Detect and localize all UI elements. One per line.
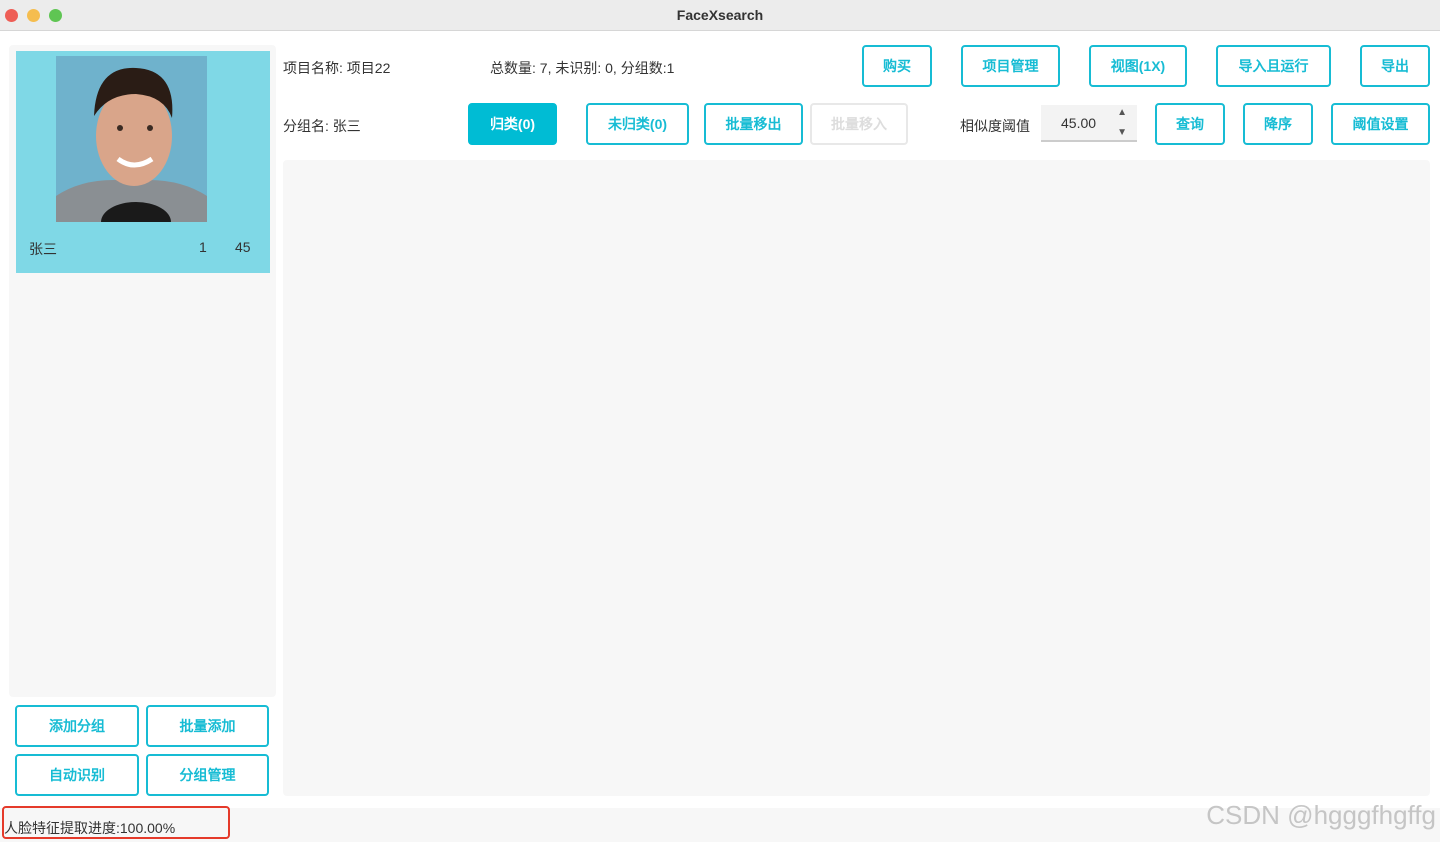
- increment-arrow-icon[interactable]: ▲: [1117, 107, 1127, 118]
- buy-button[interactable]: 购买: [862, 45, 932, 87]
- group-card-score: 45: [235, 239, 251, 255]
- auto-recognize-button[interactable]: 自动识别: [15, 754, 139, 796]
- threshold-settings-button[interactable]: 阈值设置: [1331, 103, 1430, 145]
- add-group-button[interactable]: 添加分组: [15, 705, 139, 747]
- import-run-button[interactable]: 导入且运行: [1216, 45, 1331, 87]
- group-manage-button[interactable]: 分组管理: [146, 754, 269, 796]
- highlight-box: [2, 806, 230, 839]
- similarity-threshold-value[interactable]: 45.00: [1061, 115, 1096, 131]
- group-name: 分组名: 张三: [283, 118, 361, 134]
- batch-move-out-button[interactable]: 批量移出: [704, 103, 803, 145]
- similarity-threshold-label: 相似度阈值: [960, 118, 1030, 134]
- unclassified-tab[interactable]: 未归类(0): [586, 103, 689, 145]
- group-card-count: 1: [199, 239, 207, 255]
- export-button[interactable]: 导出: [1360, 45, 1430, 87]
- decrement-arrow-icon[interactable]: ▼: [1117, 127, 1127, 138]
- batch-move-in-button[interactable]: 批量移入: [810, 103, 908, 145]
- project-name: 项目名称: 项目22: [283, 60, 391, 76]
- view-button[interactable]: 视图(1X): [1089, 45, 1187, 87]
- face-results-area[interactable]: [283, 160, 1430, 796]
- watermark: CSDN @hgggfhgffg: [1206, 800, 1436, 830]
- batch-add-button[interactable]: 批量添加: [146, 705, 269, 747]
- window-title: FaceXsearch: [676, 7, 764, 23]
- face-photo: [56, 56, 207, 222]
- project-stats: 总数量: 7, 未识别: 0, 分组数:1: [490, 60, 675, 76]
- similarity-threshold-spinbox[interactable]: 45.00 ▲ ▼: [1041, 105, 1137, 142]
- query-button[interactable]: 查询: [1155, 103, 1225, 145]
- project-manage-button[interactable]: 项目管理: [961, 45, 1060, 87]
- title-bar: FaceXsearch: [0, 0, 1440, 31]
- group-card-name: 张三: [29, 241, 57, 257]
- sort-desc-button[interactable]: 降序: [1243, 103, 1313, 145]
- classified-tab[interactable]: 归类(0): [468, 103, 557, 145]
